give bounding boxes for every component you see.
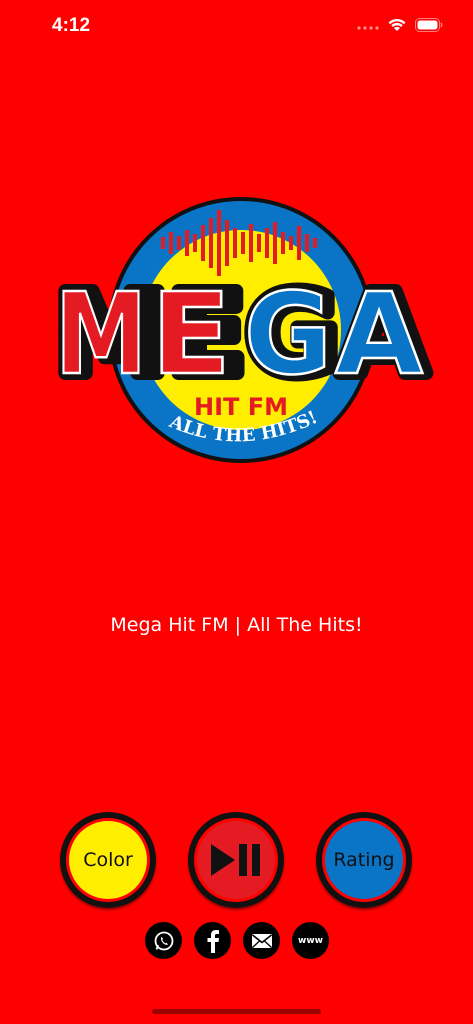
- website-icon[interactable]: www: [292, 922, 329, 959]
- status-time: 4:12: [52, 15, 91, 36]
- svg-text:A: A: [335, 270, 423, 400]
- station-tagline: Mega Hit FM | All The Hits!: [110, 614, 363, 636]
- mega-hit-fm-logo: MEGA MEGA M E G A HIT FM ALL THE HITS!: [48, 197, 434, 463]
- status-bar: 4:12: [0, 0, 473, 54]
- home-indicator: [152, 1009, 321, 1014]
- svg-text:E: E: [151, 270, 231, 400]
- svg-text:G: G: [244, 270, 332, 400]
- svg-text:M: M: [55, 270, 147, 400]
- whatsapp-icon[interactable]: [145, 922, 182, 959]
- color-button[interactable]: Color: [60, 812, 156, 908]
- rating-button[interactable]: Rating: [316, 812, 412, 908]
- wifi-icon: [388, 18, 406, 31]
- rating-button-label: Rating: [325, 821, 403, 899]
- facebook-icon[interactable]: [194, 922, 231, 959]
- logo-subtitle: HIT FM: [194, 393, 288, 421]
- color-button-label: Color: [69, 821, 147, 899]
- signal-icon: [357, 25, 379, 30]
- website-label: www: [298, 935, 323, 946]
- play-pause-icon: [211, 844, 260, 876]
- social-links: www: [145, 922, 329, 959]
- status-icons: [357, 17, 443, 32]
- play-pause-button[interactable]: [188, 812, 284, 908]
- mail-icon[interactable]: [243, 922, 280, 959]
- battery-icon: [415, 17, 443, 32]
